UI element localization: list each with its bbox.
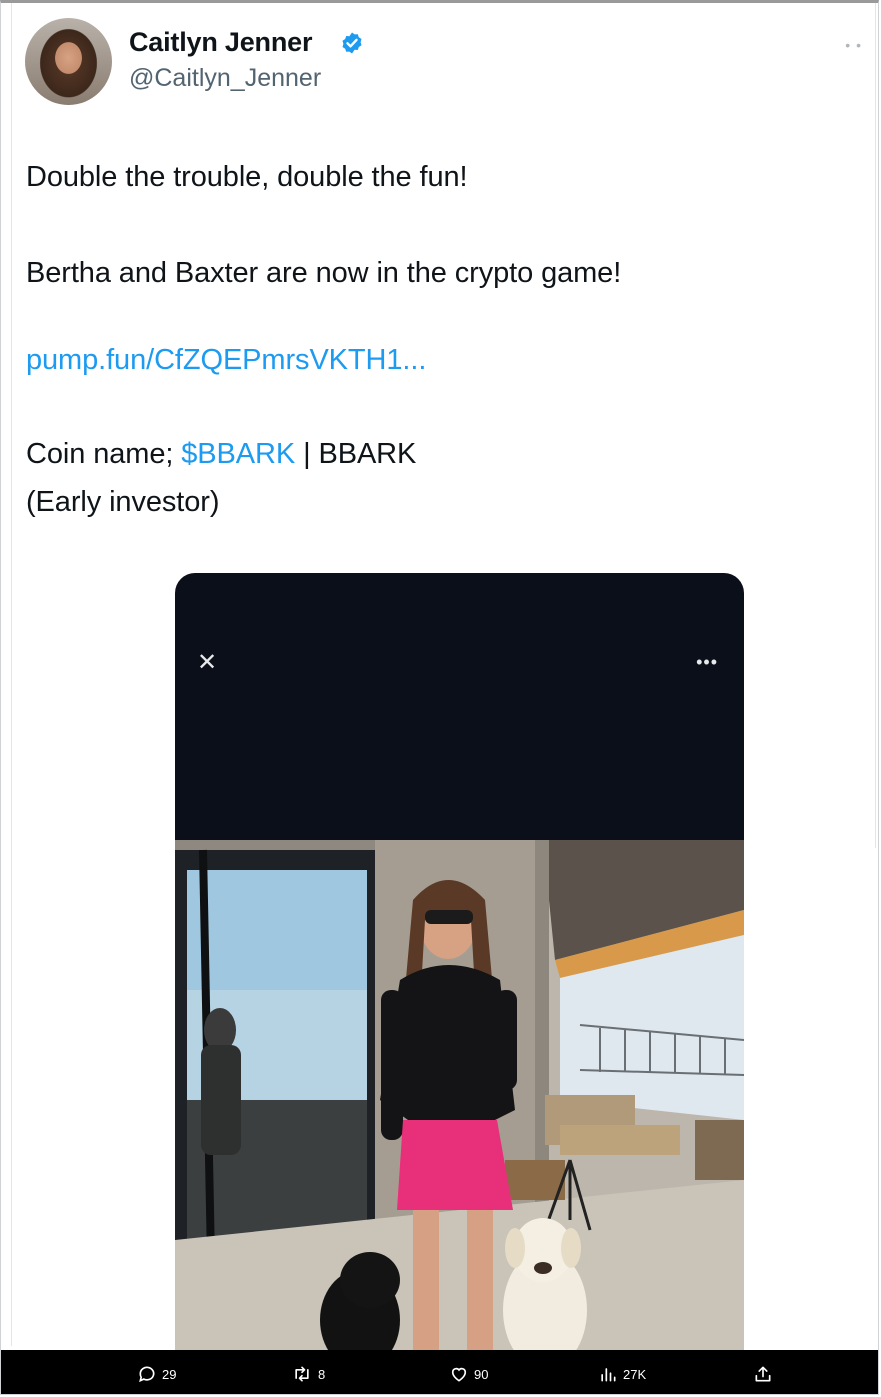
author-handle[interactable]: @Caitlyn_Jenner [129, 64, 321, 93]
tweet-link[interactable]: pump.fun/CfZQEPmrsVKTH1... [26, 344, 426, 377]
tweet-photo [175, 840, 744, 1363]
coin-name-line: Coin name; $BBARK | BBARK [26, 438, 416, 471]
reply-button[interactable]: 29 [137, 1362, 176, 1386]
tweet-card: Caitlyn Jenner @Caitlyn_Jenner • • Doubl… [0, 0, 879, 1395]
author-name[interactable]: Caitlyn Jenner [129, 27, 312, 58]
repost-icon [295, 1366, 309, 1382]
repost-button[interactable]: 8 [291, 1362, 325, 1386]
close-icon[interactable]: ✕ [197, 651, 217, 675]
analytics-icon [601, 1368, 616, 1382]
tweet-action-bar: 29 8 90 27K [1, 1350, 878, 1394]
repost-count: 8 [318, 1366, 326, 1382]
more-icon[interactable]: ••• [696, 653, 718, 671]
tweet-text-line: Bertha and Baxter are now in the crypto … [26, 257, 622, 289]
avatar[interactable] [25, 18, 112, 105]
verified-badge-icon [342, 32, 362, 54]
reply-icon [139, 1366, 155, 1383]
like-count: 90 [474, 1366, 489, 1382]
media-viewer[interactable]: ✕ ••• [175, 573, 744, 1363]
coin-name-prefix: Coin name; [26, 438, 182, 470]
more-options-icon[interactable]: • • [845, 37, 862, 53]
divider [11, 3, 12, 1346]
cashtag-link[interactable]: $BBARK [181, 438, 295, 470]
coin-name-suffix: | BBARK [295, 438, 417, 470]
tweet-text-line: Double the trouble, double the fun! [26, 161, 468, 193]
tweet-text-line: (Early investor) [26, 486, 220, 518]
reply-count: 29 [162, 1366, 177, 1382]
view-count: 27K [623, 1366, 647, 1382]
views-button[interactable]: 27K [598, 1362, 646, 1386]
share-icon [755, 1366, 771, 1382]
divider [875, 3, 876, 848]
like-button[interactable]: 90 [449, 1362, 488, 1386]
share-button[interactable] [753, 1362, 773, 1386]
heart-icon [451, 1367, 467, 1382]
